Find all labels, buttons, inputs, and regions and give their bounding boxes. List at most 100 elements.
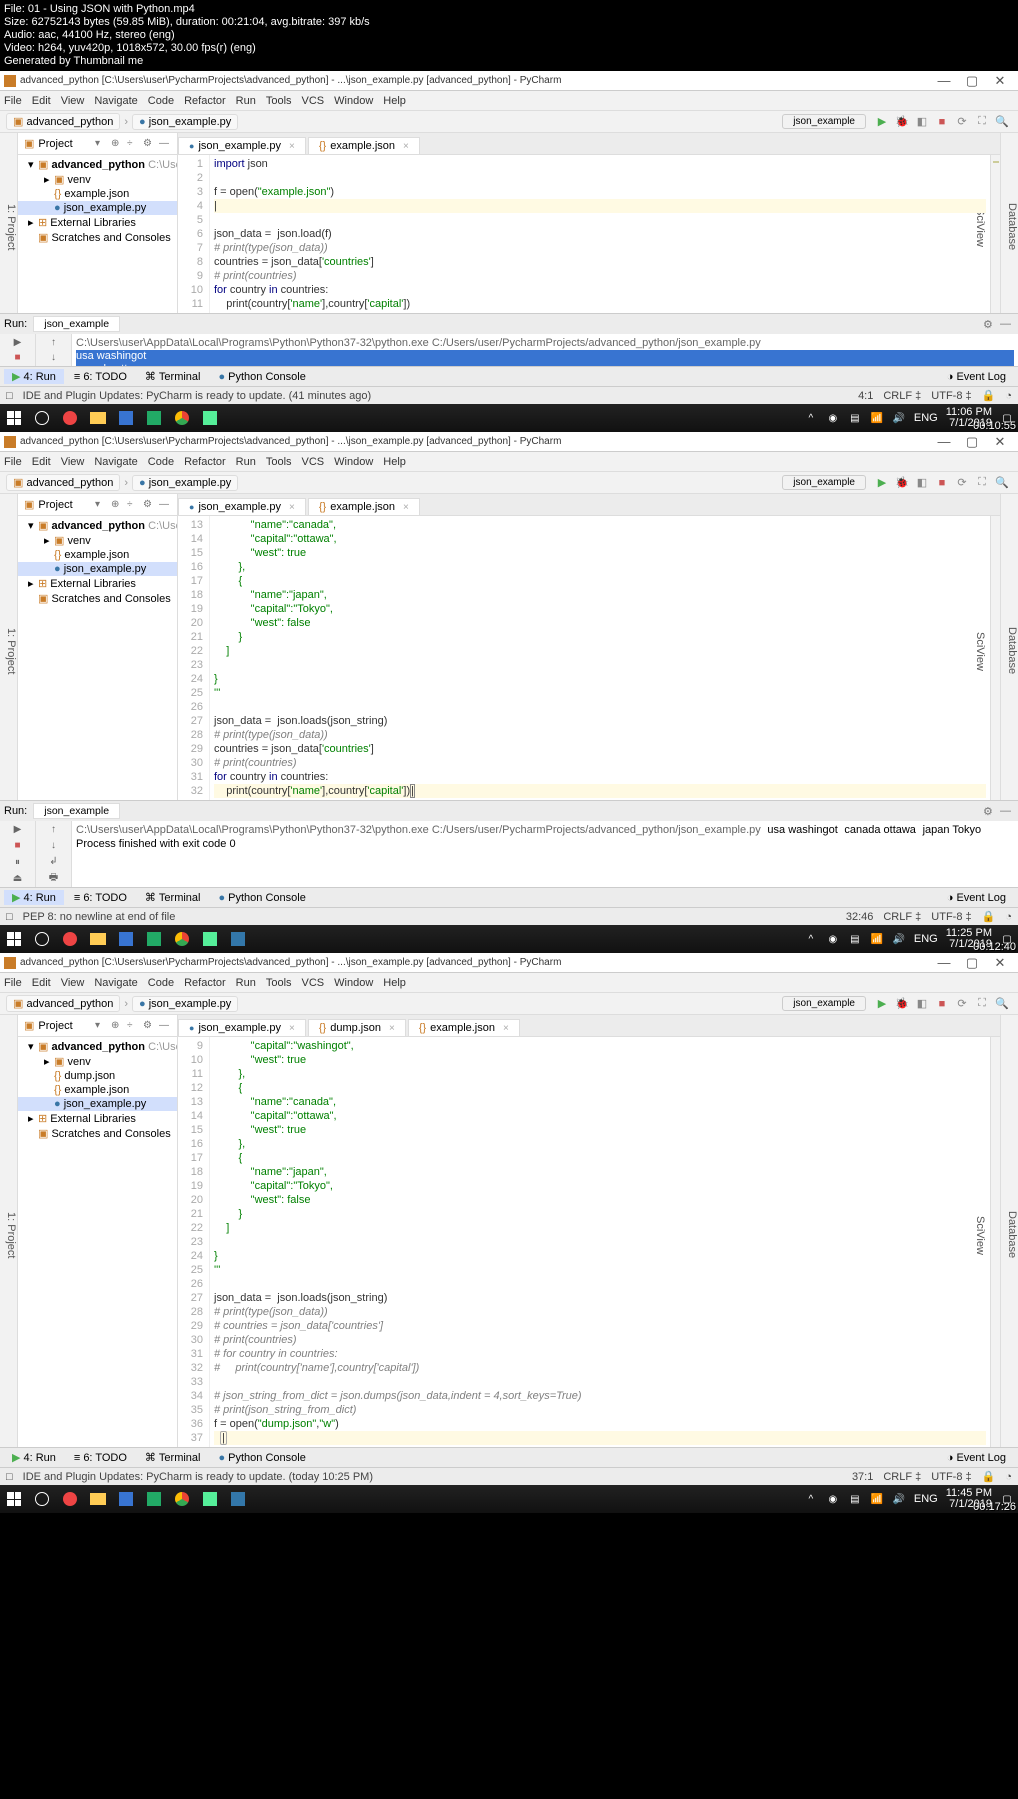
language-indicator[interactable]: ENG (914, 412, 938, 424)
tree-json-example-py[interactable]: ● json_example.py (18, 562, 177, 576)
start-button[interactable] (4, 929, 24, 949)
menu-navigate[interactable]: Navigate (94, 456, 137, 468)
wrap-icon[interactable]: ↲ (47, 855, 61, 868)
tab-run[interactable]: ▶4: Run (4, 1450, 64, 1465)
opera-icon[interactable] (60, 408, 80, 428)
tree-venv[interactable]: ▸▣ venv (18, 1054, 177, 1069)
pycharm-taskbar-icon[interactable] (200, 1489, 220, 1509)
gear-icon[interactable]: ⚙ (983, 318, 997, 331)
minimize-button[interactable]: — (930, 73, 958, 88)
up-icon[interactable]: ↑ (47, 823, 61, 836)
down-icon[interactable]: ↓ (47, 352, 61, 365)
run-button[interactable]: ▶ (875, 115, 889, 129)
pause-icon[interactable]: ⏸ (11, 856, 25, 869)
volume-icon[interactable]: 🔊 (892, 411, 906, 425)
tab-run[interactable]: ▶4: Run (4, 890, 64, 905)
network-icon[interactable]: ▤ (848, 411, 862, 425)
wifi-icon[interactable]: 📶 (870, 411, 884, 425)
file-explorer-icon[interactable] (88, 929, 108, 949)
stop-button[interactable]: ■ (935, 997, 949, 1011)
minimize-button[interactable]: — (930, 434, 958, 449)
menu-edit[interactable]: Edit (32, 977, 51, 989)
status-lock-icon[interactable]: 🔒 (982, 389, 996, 402)
status-line-sep[interactable]: CRLF ‡ (883, 911, 921, 923)
menu-navigate[interactable]: Navigate (94, 95, 137, 107)
tab-todo[interactable]: ≡6: TODO (66, 1451, 135, 1465)
maximize-button[interactable]: ▢ (958, 955, 986, 971)
breadcrumb-file[interactable]: ● json_example.py (132, 996, 238, 1012)
start-button[interactable] (4, 1489, 24, 1509)
chrome-icon[interactable] (172, 408, 192, 428)
app-icon-2[interactable] (144, 1489, 164, 1509)
titlebar[interactable]: advanced_python [C:\Users\user\PycharmPr… (0, 953, 1018, 973)
chrome-icon[interactable] (172, 929, 192, 949)
tab-json-example-py[interactable]: ●json_example.py× (178, 498, 306, 515)
chevron-down-icon[interactable]: ▾ (95, 1020, 107, 1032)
run-config-selector[interactable]: json_example (782, 114, 866, 129)
run-button[interactable]: ▶ (875, 476, 889, 490)
menu-edit[interactable]: Edit (32, 456, 51, 468)
wifi-icon[interactable]: 📶 (870, 1492, 884, 1506)
menu-file[interactable]: File (4, 977, 22, 989)
run-output[interactable]: C:\Users\user\AppData\Local\Programs\Pyt… (72, 821, 1018, 887)
minimize-button[interactable]: — (930, 955, 958, 970)
gear-icon[interactable]: ⚙ (983, 805, 997, 818)
tray-chevron-icon[interactable]: ^ (804, 932, 818, 946)
cortana-icon[interactable] (32, 408, 52, 428)
database-tool-tab[interactable]: Database (1006, 627, 1018, 674)
file-explorer-icon[interactable] (88, 1489, 108, 1509)
update-button[interactable]: ⟳ (955, 997, 969, 1011)
menu-help[interactable]: Help (383, 95, 406, 107)
stop-button[interactable]: ■ (11, 839, 25, 852)
status-encoding[interactable]: UTF-8 ‡ (931, 390, 971, 402)
target-icon[interactable]: ⊕ (111, 138, 123, 150)
volume-icon[interactable]: 🔊 (892, 932, 906, 946)
app-icon-1[interactable] (116, 1489, 136, 1509)
menu-view[interactable]: View (61, 95, 85, 107)
project-tool-tab[interactable]: 1: Project (5, 204, 17, 250)
file-explorer-icon[interactable] (88, 408, 108, 428)
code-editor[interactable]: 1314151617181920212223242526272829303132… (178, 516, 1000, 800)
tab-terminal[interactable]: ⌘Terminal (137, 1450, 209, 1465)
settings-button[interactable]: ⛶ (975, 997, 989, 1011)
status-encoding[interactable]: UTF-8 ‡ (931, 1471, 971, 1483)
rerun-button[interactable]: ▶ (11, 336, 25, 349)
tree-root[interactable]: ▾▣ advanced_python C:\Users\user\Pycharm (18, 518, 177, 533)
stop-button[interactable]: ■ (935, 115, 949, 129)
status-lock-icon[interactable]: 🔒 (982, 910, 996, 923)
tab-python-console[interactable]: ●Python Console (211, 370, 314, 384)
close-icon[interactable]: × (389, 1023, 395, 1034)
hide-icon[interactable]: — (1000, 805, 1014, 817)
code-content[interactable]: import json f = open("example.json") | j… (210, 155, 990, 313)
tree-external-libs[interactable]: ▸⊞ External Libraries (18, 1111, 177, 1126)
tree-scratches[interactable]: ▣ Scratches and Consoles (18, 230, 177, 245)
menu-run[interactable]: Run (236, 977, 256, 989)
close-button[interactable]: ✕ (986, 955, 1014, 971)
menu-code[interactable]: Code (148, 977, 174, 989)
menu-vcs[interactable]: VCS (302, 977, 325, 989)
opera-icon[interactable] (60, 929, 80, 949)
collapse-icon[interactable]: ÷ (127, 499, 139, 511)
tab-run[interactable]: ▶4: Run (4, 369, 64, 384)
gear-icon[interactable]: ⚙ (143, 499, 155, 511)
tree-example-json[interactable]: {} example.json (18, 187, 177, 201)
tab-example-json[interactable]: {}example.json× (308, 498, 420, 515)
cortana-icon[interactable] (32, 1489, 52, 1509)
status-line-sep[interactable]: CRLF ‡ (883, 390, 921, 402)
sync-icon[interactable]: ◉ (826, 1492, 840, 1506)
run-button[interactable]: ▶ (875, 997, 889, 1011)
code-content[interactable]: "name":"canada", "capital":"ottawa", "we… (210, 516, 990, 800)
breadcrumb-file[interactable]: ● json_example.py (132, 114, 238, 130)
sync-icon[interactable]: ◉ (826, 411, 840, 425)
tab-dump-json[interactable]: {}dump.json× (308, 1019, 406, 1036)
menu-view[interactable]: View (61, 977, 85, 989)
app-icon-2[interactable] (144, 929, 164, 949)
chevron-down-icon[interactable]: ▾ (95, 138, 107, 150)
tab-json-example-py[interactable]: ●json_example.py× (178, 1019, 306, 1036)
menu-refactor[interactable]: Refactor (184, 456, 226, 468)
close-icon[interactable]: × (503, 1023, 509, 1034)
breadcrumb-root[interactable]: ▣ advanced_python (6, 113, 120, 130)
run-config-selector[interactable]: json_example (782, 996, 866, 1011)
tab-todo[interactable]: ≡6: TODO (66, 891, 135, 905)
tab-terminal[interactable]: ⌘Terminal (137, 369, 209, 384)
